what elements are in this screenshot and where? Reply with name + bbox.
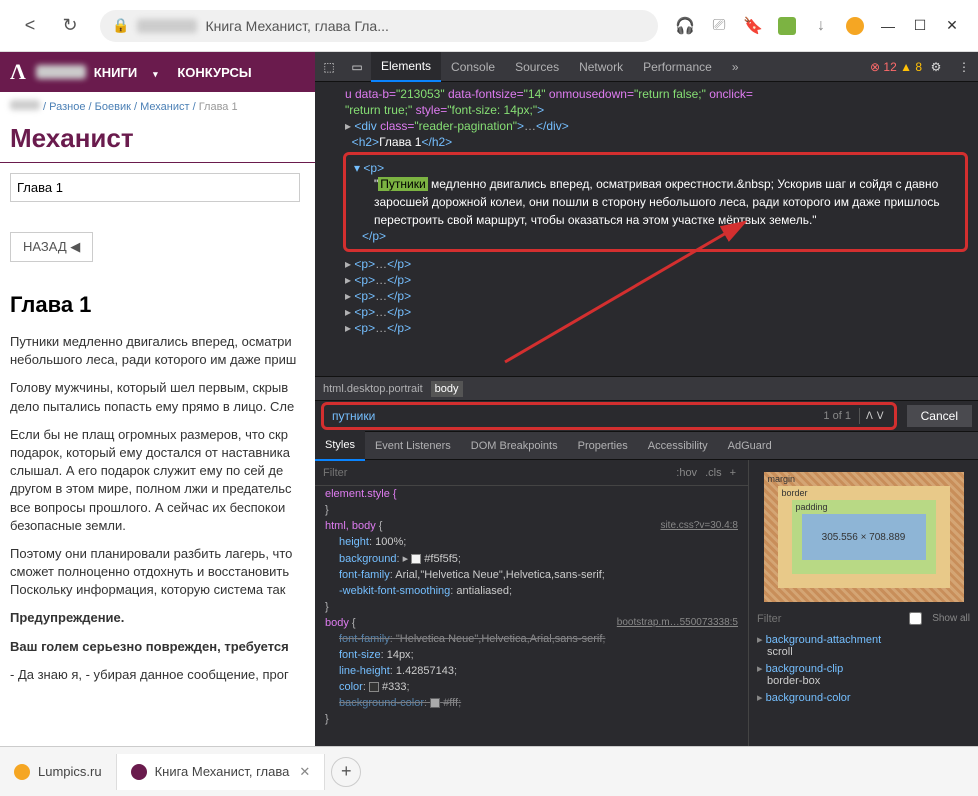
breadcrumb: / Разное / Боевик / Механист / Глава 1 [0, 92, 315, 121]
tab-console[interactable]: Console [441, 52, 505, 82]
search-box-highlight: 1 of 1 ᐱ ᐯ [321, 402, 897, 430]
computed-prop[interactable]: background-color [757, 689, 970, 706]
styles-filter[interactable] [323, 467, 672, 479]
paragraph: Путники медленно двигались вперед, осмат… [0, 328, 315, 374]
dom-breadcrumb[interactable]: html.desktop.portrait body [315, 376, 978, 400]
paragraph: Поэтому они планировали разбить лагерь, … [0, 540, 315, 605]
close-tab-icon[interactable]: ✕ [299, 764, 310, 780]
maximize-button[interactable]: ☐ [904, 10, 936, 42]
close-button[interactable]: ✕ [936, 10, 968, 42]
paragraph: Если бы не плащ огромных размеров, что с… [0, 421, 315, 540]
paragraph: Предупреждение. [0, 604, 315, 632]
subtab-adguard[interactable]: AdGuard [718, 431, 782, 461]
inspect-icon[interactable]: ⬚ [315, 60, 343, 74]
address-bar[interactable]: 🔒 Книга Механист, глава Гла... [100, 10, 658, 42]
headphones-icon[interactable]: 🎧 [671, 12, 699, 40]
paragraph: - Да знаю я, - убирая данное сообщение, … [0, 661, 315, 689]
site-logo[interactable]: Λ [10, 59, 26, 85]
download-icon[interactable]: ↓ [807, 12, 835, 40]
browser-tabs: Lumpics.ru Книга Механист, глава ✕ + [0, 746, 978, 796]
cls-toggle[interactable]: .cls [705, 467, 722, 479]
subtab-dom[interactable]: DOM Breakpoints [461, 431, 568, 461]
subtab-styles[interactable]: Styles [315, 431, 365, 461]
error-count[interactable]: ⊗ 12 ▲ 8 [870, 60, 922, 74]
site-header: Λ КНИГИ▾ КОНКУРСЫ [0, 52, 315, 92]
browser-toolbar: < ↻ 🔒 Книга Механист, глава Гла... 🎧 ⎚ 🔖… [0, 0, 978, 52]
search-prev[interactable]: ᐱ [864, 411, 875, 422]
hov-toggle[interactable]: :hov [676, 467, 697, 479]
bookmark-icon[interactable]: 🔖 [739, 12, 767, 40]
refresh-button[interactable]: ↻ [55, 11, 85, 41]
blurred [36, 65, 86, 79]
crumb-4: Глава 1 [199, 101, 238, 113]
showall-check[interactable] [899, 612, 932, 625]
subtab-event[interactable]: Event Listeners [365, 431, 461, 461]
tab-performance[interactable]: Performance [633, 52, 722, 82]
search-input[interactable] [332, 409, 823, 423]
crumb-3[interactable]: Механист [140, 101, 189, 113]
gear-icon[interactable]: ⚙ [922, 60, 950, 74]
search-count: 1 of 1 [823, 410, 851, 422]
tab-book[interactable]: Книга Механист, глава ✕ [117, 754, 326, 790]
subtab-prop[interactable]: Properties [568, 431, 638, 461]
favicon [131, 764, 147, 780]
crumb-2[interactable]: Боевик [95, 101, 131, 113]
favicon [14, 764, 30, 780]
page-title-text: Книга Механист, глава Гла... [205, 18, 388, 34]
paragraph: Ваш голем серьезно поврежден, требуется [0, 633, 315, 661]
highlighted-element: ▾ <p> "Путники медленно двигались вперед… [343, 152, 968, 252]
box-model[interactable]: margin border padding 305.556 × 708.889 [764, 472, 964, 602]
chapter-heading: Глава 1 [0, 282, 315, 328]
styles-subtabs: Styles Event Listeners DOM Breakpoints P… [315, 432, 978, 460]
more-icon[interactable]: ⋮ [950, 60, 978, 74]
nav-books[interactable]: КНИГИ [94, 65, 137, 80]
paragraph: Голову мужчины, который шел первым, скры… [0, 374, 315, 420]
sliders-icon[interactable]: ⎚ [705, 12, 733, 40]
devtools-panel: ⬚ ▭ Elements Console Sources Network Per… [315, 52, 978, 746]
crumb-1[interactable]: Разное [49, 101, 85, 113]
new-tab-button[interactable]: + [331, 757, 361, 787]
page-title: Механист [0, 121, 315, 163]
tab-lumpics[interactable]: Lumpics.ru [0, 754, 117, 790]
back-button[interactable]: < [15, 11, 45, 41]
adguard-icon[interactable] [841, 12, 869, 40]
url-blurred [137, 19, 197, 33]
subtab-acc[interactable]: Accessibility [638, 431, 718, 461]
tab-network[interactable]: Network [569, 52, 633, 82]
dom-tree[interactable]: u data-b="213053" data-fontsize="14" onm… [315, 82, 978, 376]
minimize-button[interactable]: — [872, 10, 904, 42]
site-nav: КНИГИ▾ КОНКУРСЫ [86, 65, 260, 80]
webpage-content: Λ КНИГИ▾ КОНКУРСЫ / Разное / Боевик / Ме… [0, 52, 315, 746]
extension-icon[interactable] [773, 12, 801, 40]
nav-contests[interactable]: КОНКУРСЫ [177, 65, 251, 80]
search-highlight: Путники [378, 177, 427, 191]
computed-panel: margin border padding 305.556 × 708.889 … [748, 460, 978, 746]
tab-sources[interactable]: Sources [505, 52, 569, 82]
tab-elements[interactable]: Elements [371, 52, 441, 82]
computed-filter[interactable] [757, 613, 899, 625]
tab-more[interactable]: » [722, 52, 749, 82]
computed-prop[interactable]: background-attachmentscroll [757, 631, 970, 660]
chapter-select[interactable]: Глава 1 [10, 173, 300, 202]
add-rule[interactable]: + [730, 467, 736, 479]
computed-prop[interactable]: background-clipborder-box [757, 660, 970, 689]
styles-panel[interactable]: :hov .cls + element.style { } site.css?v… [315, 460, 748, 746]
device-icon[interactable]: ▭ [343, 60, 371, 74]
lock-icon: 🔒 [112, 17, 129, 34]
cancel-button[interactable]: Cancel [907, 405, 972, 427]
search-row: 1 of 1 ᐱ ᐯ Cancel [315, 400, 978, 432]
back-nav-button[interactable]: НАЗАД ◀ [10, 232, 93, 262]
devtools-tabs: ⬚ ▭ Elements Console Sources Network Per… [315, 52, 978, 82]
search-next[interactable]: ᐯ [875, 411, 886, 422]
